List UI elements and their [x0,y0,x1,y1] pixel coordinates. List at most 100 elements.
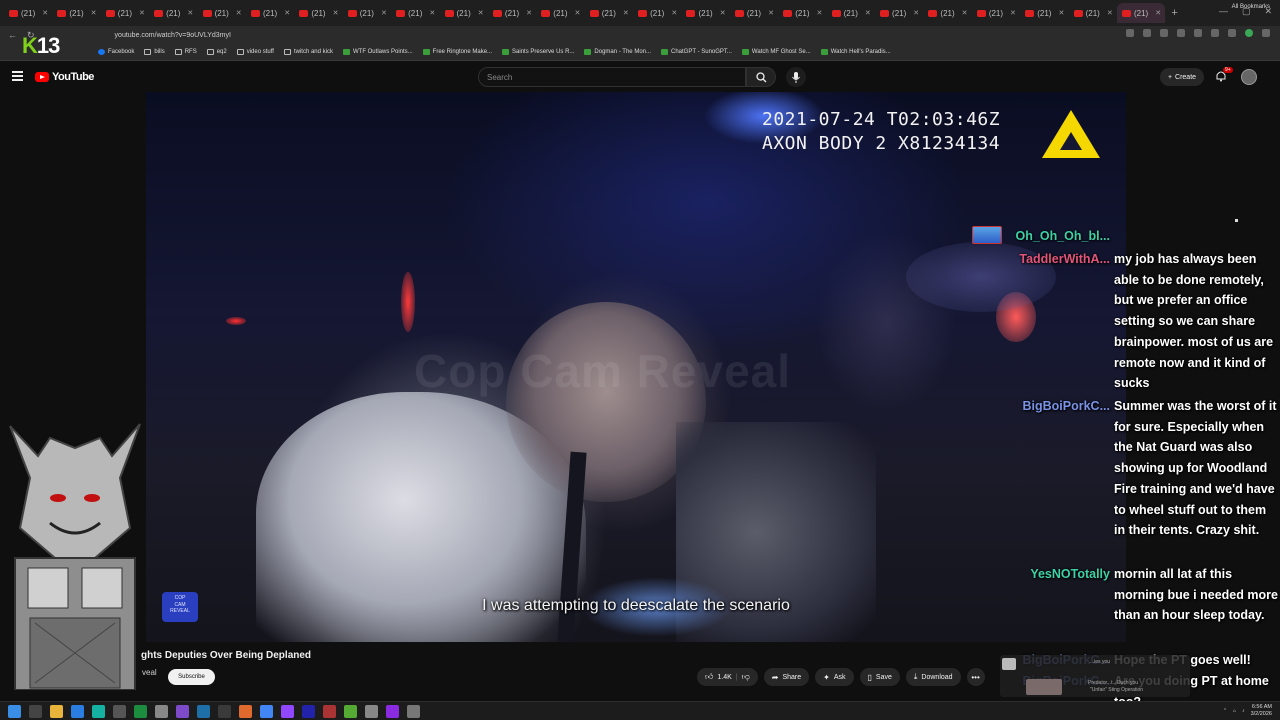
save-button[interactable]: ▯ Save [859,668,900,686]
extension-icon[interactable] [1160,29,1168,37]
settings-icon[interactable] [407,705,420,718]
browser-tab[interactable]: (21) ✕ [4,3,52,23]
obs-icon[interactable] [386,705,399,718]
extension-icon[interactable] [1194,29,1202,37]
bookmark-item[interactable]: ChatGPT - SunoGPT... [661,49,732,55]
bookmark-item[interactable]: eq2 [206,49,227,55]
bookmark-item[interactable]: Saints Preserve Us R... [502,49,574,55]
install-icon[interactable] [1126,29,1134,37]
browser-tab[interactable]: (21) ✕ [1116,3,1165,23]
close-tab-icon[interactable]: ✕ [478,9,484,17]
file-explorer-icon[interactable] [50,705,63,718]
hover-preview-popup[interactable]: ...ies you Predator...t...Ouch you "Unfa… [1000,655,1190,697]
close-tab-icon[interactable]: ✕ [187,9,193,17]
close-tab-icon[interactable]: ✕ [768,9,774,17]
bookmark-item[interactable]: Facebook [98,49,134,55]
more-options-icon[interactable]: ••• [966,668,985,686]
minimize-icon[interactable]: — [1219,6,1228,17]
clock[interactable]: 6:56 AM 3/2/2026 [1251,704,1272,717]
browser-tab[interactable]: (21) ✕ [149,3,197,23]
browser-tab[interactable]: (21) ✕ [246,3,294,23]
create-button[interactable]: + Create [1160,68,1204,86]
browser-tab[interactable]: (21) ✕ [1069,3,1117,23]
browser-tab[interactable]: (21) ✕ [52,3,100,23]
share-button[interactable]: ➦ Share [763,668,810,686]
browser-tab[interactable]: (21) ✕ [827,3,875,23]
close-tab-icon[interactable]: ✕ [429,9,435,17]
youtube-logo[interactable]: YouTube [35,71,94,83]
app-icon[interactable] [176,705,189,718]
app-icon[interactable] [302,705,315,718]
close-tab-icon[interactable]: ✕ [1010,9,1016,17]
close-tab-icon[interactable]: ✕ [913,9,919,17]
download-button[interactable]: ⤓ Download [905,668,961,686]
avatar[interactable] [1241,69,1257,85]
thumbs-down-icon[interactable]: 👎︎ [742,672,750,682]
browser-tab[interactable]: (21) ✕ [730,3,778,23]
browser-tab[interactable]: (21) ✕ [294,3,342,23]
app-icon[interactable] [155,705,168,718]
search-icon[interactable] [29,705,42,718]
menu-icon[interactable] [12,71,23,83]
browser-tab[interactable]: (21) ✕ [101,3,149,23]
browser-tab[interactable]: (21) ✕ [681,3,729,23]
kebab-menu-icon[interactable] [1262,29,1270,37]
profile-icon[interactable] [1245,29,1253,37]
browser-tab[interactable]: (21) ✕ [391,3,439,23]
close-tab-icon[interactable]: ✕ [333,9,339,17]
browser-tab[interactable]: (21) ✕ [875,3,923,23]
bookmark-item[interactable]: video stuff [236,49,274,55]
app-icon[interactable] [239,705,252,718]
browser-tab[interactable]: (21) ✕ [440,3,488,23]
browser-tab[interactable]: (21) ✕ [972,3,1020,23]
close-tab-icon[interactable]: ✕ [139,9,145,17]
app-icon[interactable] [218,705,231,718]
chrome-icon[interactable] [260,705,273,718]
speaker-icon[interactable]: ♪ [1242,708,1245,714]
browser-tab[interactable]: (21) ✕ [1020,3,1068,23]
voice-search-button[interactable] [786,67,806,87]
all-bookmarks[interactable]: All Bookmarks [1232,4,1270,10]
download-icon[interactable] [1228,29,1236,37]
subscribe-button[interactable]: Subscribe [168,669,215,685]
chevron-up-icon[interactable]: ⌃ [1223,708,1227,714]
bookmark-item[interactable]: Watch Hell's Paradis... [820,49,891,55]
close-tab-icon[interactable]: ✕ [91,9,97,17]
bookmark-item[interactable]: WTF Outlaws Points... [342,49,413,55]
app-icon[interactable] [197,705,210,718]
close-tab-icon[interactable]: ✕ [865,9,871,17]
browser-tab[interactable]: (21) ✕ [488,3,536,23]
bookmark-item[interactable]: RFS [174,49,197,55]
app-icon[interactable] [344,705,357,718]
bookmark-item[interactable]: Free Ringtone Make... [422,49,492,55]
back-icon[interactable]: ← [8,30,17,41]
edge-icon[interactable] [71,705,84,718]
ask-button[interactable]: ✦ Ask [815,668,854,686]
app-icon[interactable] [113,705,126,718]
app-icon[interactable] [323,705,336,718]
puzzle-icon[interactable] [1211,29,1219,37]
bookmark-item[interactable]: bills [144,49,165,55]
close-tab-icon[interactable]: ✕ [623,9,629,17]
app-icon[interactable] [365,705,378,718]
extension-icon[interactable] [1177,29,1185,37]
new-tab-icon[interactable]: + [1171,7,1177,19]
close-tab-icon[interactable]: ✕ [284,9,290,17]
close-tab-icon[interactable]: ✕ [1107,9,1113,17]
bookmark-item[interactable]: Dogman - The Mon... [584,49,651,55]
app-icon[interactable] [92,705,105,718]
twitch-icon[interactable] [281,705,294,718]
star-icon[interactable] [1143,29,1151,37]
browser-tab[interactable]: (21) ✕ [343,3,391,23]
close-tab-icon[interactable]: ✕ [1155,9,1161,17]
network-icon[interactable]: ⌂ [1233,708,1236,714]
close-tab-icon[interactable]: ✕ [42,9,48,17]
search-button[interactable] [746,67,776,87]
browser-tab[interactable]: (21) ✕ [633,3,681,23]
close-tab-icon[interactable]: ✕ [1058,9,1064,17]
close-tab-icon[interactable]: ✕ [816,9,822,17]
url-field[interactable]: youtube.com/watch?v=9oUVLYd3myI [115,32,231,39]
close-tab-icon[interactable]: ✕ [526,9,532,17]
video-player[interactable]: Cop Cam Reveal 2021-07-24 T02:03:46Z AXON… [146,92,1126,642]
browser-tab[interactable]: (21) ✕ [536,3,584,23]
